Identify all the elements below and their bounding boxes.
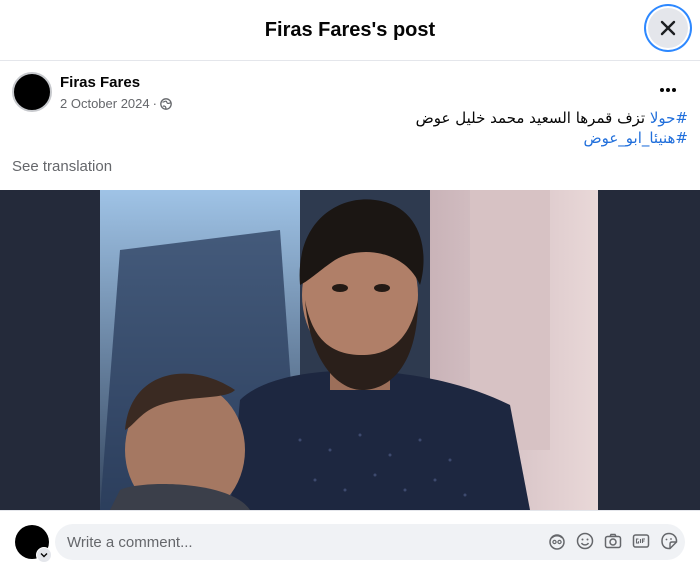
emoji-icon[interactable] <box>576 532 594 550</box>
sticker-icon[interactable] <box>660 532 678 550</box>
more-icon <box>660 88 676 92</box>
comment-tools <box>548 532 678 550</box>
comment-bar <box>0 510 700 578</box>
post-text-body: تزف قمرها السعيد محمد خليل عوض <box>415 109 650 127</box>
camera-icon[interactable] <box>604 532 622 550</box>
post-text-line-2: #هنيئا_ابو_عوض <box>28 128 688 148</box>
dialog-title: Firas Fares's post <box>264 18 436 41</box>
post-photo-area[interactable] <box>0 190 700 510</box>
gif-icon[interactable] <box>632 532 650 550</box>
author-avatar[interactable] <box>12 72 52 112</box>
dialog-header: Firas Fares's post <box>0 0 700 61</box>
hashtag-link[interactable]: #هنيئا_ابو_عوض <box>583 129 688 147</box>
post-text-line-1: #حولا تزف قمرها السعيد محمد خليل عوض <box>28 108 688 128</box>
more-options-button[interactable] <box>654 78 682 102</box>
see-translation-link[interactable]: See translation <box>12 158 112 175</box>
close-icon <box>660 20 676 36</box>
post-photo[interactable] <box>100 190 598 510</box>
hashtag-link[interactable]: #حولا <box>650 109 688 127</box>
close-button[interactable] <box>648 8 688 48</box>
post-text: #حولا تزف قمرها السعيد محمد خليل عوض #هن… <box>28 108 688 148</box>
avatar-switch-badge[interactable] <box>36 547 52 563</box>
post-meta: Firas Fares 2 October 2024 · <box>60 72 172 112</box>
avatar-sticker-icon[interactable] <box>548 532 566 550</box>
post-header: Firas Fares 2 October 2024 · <box>12 72 172 112</box>
photo-illustration <box>100 190 598 510</box>
author-name[interactable]: Firas Fares <box>60 74 172 91</box>
chevron-down-icon <box>40 553 48 558</box>
